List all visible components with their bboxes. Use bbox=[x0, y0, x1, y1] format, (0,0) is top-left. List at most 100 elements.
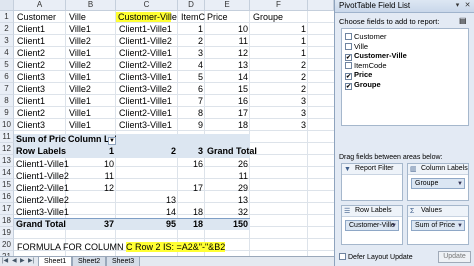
column-labels-field-chip[interactable]: Groupe ▼ bbox=[411, 178, 465, 189]
cell-c9[interactable]: Client2-Ville1 bbox=[117, 108, 174, 118]
cell-e2[interactable]: 10 bbox=[205, 24, 250, 34]
column-header-c[interactable]: C bbox=[116, 0, 178, 11]
cell-d6[interactable]: 5 bbox=[178, 72, 205, 82]
column-header-f[interactable]: F bbox=[250, 0, 308, 11]
pivot-value-c1[interactable]: 12 bbox=[66, 183, 116, 193]
chevron-down-icon[interactable]: ▼ bbox=[391, 222, 397, 230]
cell-a3[interactable]: Client1 bbox=[15, 36, 47, 46]
cell-c8[interactable]: Client1-Ville1 bbox=[117, 96, 174, 106]
last-sheet-icon[interactable]: ▶| bbox=[28, 257, 34, 266]
cell-a7[interactable]: Client3 bbox=[15, 84, 47, 94]
tab-sheet2[interactable]: Sheet2 bbox=[72, 257, 107, 266]
cell-b1[interactable]: Ville bbox=[67, 12, 88, 22]
column-header-a[interactable]: A bbox=[14, 0, 66, 11]
pivot-value-c3[interactable]: 17 bbox=[178, 183, 205, 193]
cell-c7[interactable]: Client3-Ville2 bbox=[117, 84, 174, 94]
cell-e5[interactable]: 13 bbox=[205, 60, 250, 70]
cell-f2[interactable]: 1 bbox=[250, 24, 308, 34]
spreadsheet-grid[interactable]: A B C D E F 1 2 3 4 5 6 7 8 9 10 11 12 13 14 15 16 17 18 1… bbox=[0, 0, 334, 266]
pivot-value-total[interactable]: 32 bbox=[205, 207, 250, 217]
cell-e1[interactable]: Price bbox=[205, 12, 230, 22]
row-header-1[interactable]: 1 bbox=[0, 11, 14, 23]
cell-f5[interactable]: 2 bbox=[250, 60, 308, 70]
column-labels-area[interactable]: ▥ Column Labels Groupe ▼ bbox=[407, 163, 469, 201]
pivot-value-c1[interactable]: 10 bbox=[66, 159, 116, 169]
close-icon[interactable]: ✕ bbox=[463, 2, 472, 10]
cell-b8[interactable]: Ville1 bbox=[67, 96, 93, 106]
row-header-16[interactable]: 16 bbox=[0, 191, 14, 203]
pivot-value-total[interactable]: 26 bbox=[205, 159, 250, 169]
pivot-value-total[interactable]: 13 bbox=[205, 195, 250, 205]
row-header-5[interactable]: 5 bbox=[0, 59, 14, 71]
column-header-b[interactable]: B bbox=[66, 0, 116, 11]
cell-d9[interactable]: 8 bbox=[178, 108, 205, 118]
cell-d2[interactable]: 1 bbox=[178, 24, 205, 34]
defer-checkbox[interactable] bbox=[339, 253, 346, 260]
cell-b4[interactable]: Ville1 bbox=[67, 48, 93, 58]
pivot-grand-total-3[interactable]: 18 bbox=[178, 218, 205, 230]
values-field-chip[interactable]: Sum of Price ▼ bbox=[411, 220, 465, 231]
formula-note[interactable]: FORMULA FOR COLUMN C Row 2 IS: =A2&"-"&B… bbox=[15, 242, 227, 252]
pivot-value-total[interactable]: 29 bbox=[205, 183, 250, 193]
cell-d4[interactable]: 3 bbox=[178, 48, 205, 58]
pivot-grand-total-2[interactable]: 95 bbox=[116, 218, 178, 230]
pivot-row-label[interactable]: Client2-Ville2 bbox=[14, 195, 69, 205]
column-header-d[interactable]: D bbox=[178, 0, 205, 11]
cell-d7[interactable]: 6 bbox=[178, 84, 205, 94]
cell-c5[interactable]: Client2-Ville2 bbox=[117, 60, 174, 70]
pivot-values-label[interactable]: Sum of Price bbox=[14, 134, 71, 146]
cell-d1[interactable]: ItemCode bbox=[179, 12, 205, 22]
cell-f4[interactable]: 1 bbox=[250, 48, 308, 58]
pivot-col-header-total[interactable]: Grand Total bbox=[205, 146, 257, 158]
row-header-17[interactable]: 17 bbox=[0, 203, 14, 215]
chevron-down-icon[interactable]: ▼ bbox=[457, 222, 463, 230]
cell-d5[interactable]: 4 bbox=[178, 60, 205, 70]
cell-c3[interactable]: Client1-Ville2 bbox=[117, 36, 174, 46]
cell-a9[interactable]: Client2 bbox=[15, 108, 47, 118]
pivot-col-header-2[interactable]: 2 bbox=[116, 146, 178, 158]
cell-e6[interactable]: 14 bbox=[205, 72, 250, 82]
cell-a4[interactable]: Client2 bbox=[15, 48, 47, 58]
cell-b9[interactable]: Ville1 bbox=[67, 108, 93, 118]
field-ville[interactable]: Ville bbox=[345, 42, 368, 51]
cell-c6[interactable]: Client3-Ville1 bbox=[117, 72, 174, 82]
cell-c10[interactable]: Client3-Ville1 bbox=[117, 120, 174, 130]
first-sheet-icon[interactable]: |◀ bbox=[2, 257, 8, 266]
cell-d10[interactable]: 9 bbox=[178, 120, 205, 130]
row-header-19[interactable]: 19 bbox=[0, 227, 14, 239]
row-header-9[interactable]: 9 bbox=[0, 107, 14, 119]
pane-options-icon[interactable]: ▾ bbox=[453, 2, 462, 10]
pivot-value-total[interactable]: 11 bbox=[205, 171, 250, 181]
cell-f1[interactable]: Groupe bbox=[251, 12, 285, 22]
cell-d8[interactable]: 7 bbox=[178, 96, 205, 106]
next-sheet-icon[interactable]: ▶ bbox=[20, 257, 25, 266]
row-header-12[interactable]: 12 bbox=[0, 143, 14, 155]
row-header-2[interactable]: 2 bbox=[0, 23, 14, 35]
row-header-13[interactable]: 13 bbox=[0, 155, 14, 167]
cell-e7[interactable]: 15 bbox=[205, 84, 250, 94]
cell-b10[interactable]: Ville1 bbox=[67, 120, 93, 130]
tab-sheet1[interactable]: Sheet1 bbox=[38, 257, 73, 266]
checked-checkbox-icon[interactable]: ✔ bbox=[345, 82, 352, 90]
row-header-20[interactable]: 20 bbox=[0, 239, 14, 251]
cell-e9[interactable]: 17 bbox=[205, 108, 250, 118]
cell-f10[interactable]: 3 bbox=[250, 120, 308, 130]
cell-b2[interactable]: Ville1 bbox=[67, 24, 93, 34]
row-header-14[interactable]: 14 bbox=[0, 167, 14, 179]
cell-b6[interactable]: Ville1 bbox=[67, 72, 93, 82]
pivot-row-label[interactable]: Client1-Ville2 bbox=[14, 171, 69, 181]
row-header-8[interactable]: 8 bbox=[0, 95, 14, 107]
cell-c1[interactable]: Customer-Ville bbox=[116, 12, 177, 22]
column-header-e[interactable]: E bbox=[205, 0, 250, 11]
pivot-grand-total-1[interactable]: 37 bbox=[66, 218, 116, 230]
field-price[interactable]: ✔ Price bbox=[345, 70, 372, 80]
field-itemcode[interactable]: ItemCode bbox=[345, 61, 387, 70]
pivot-row-labels[interactable]: Row Labels▼ bbox=[14, 146, 76, 158]
row-labels-area[interactable]: ☰ Row Labels Customer-Ville ▼ bbox=[341, 205, 403, 245]
cell-e10[interactable]: 18 bbox=[205, 120, 250, 130]
cell-b5[interactable]: Ville2 bbox=[67, 60, 93, 70]
pivot-grand-total-all[interactable]: 150 bbox=[205, 218, 250, 230]
pivot-col-header-3[interactable]: 3 bbox=[178, 146, 205, 158]
cell-b3[interactable]: Ville2 bbox=[67, 36, 93, 46]
row-header-18[interactable]: 18 bbox=[0, 215, 14, 227]
